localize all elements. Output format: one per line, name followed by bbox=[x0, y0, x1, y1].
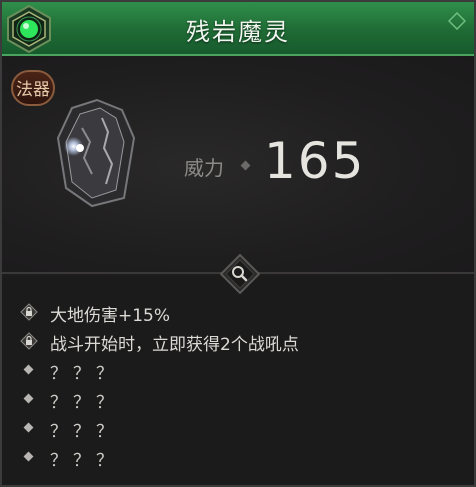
affix-row: ？？？ bbox=[2, 385, 474, 414]
lock-icon bbox=[20, 332, 38, 350]
affix-text: 战斗开始时，立即获得2个战吼点 bbox=[50, 335, 299, 355]
diamond-bullet-icon bbox=[23, 364, 34, 375]
item-type-badge: 法器 bbox=[11, 70, 55, 106]
affix-row: ？？？ bbox=[2, 443, 474, 472]
affix-row: ？？？ bbox=[2, 356, 474, 385]
corner-ornament-icon bbox=[448, 12, 466, 30]
affix-text: ？？？ bbox=[50, 364, 119, 384]
tooltip-header: 残岩魔灵 bbox=[2, 2, 474, 56]
affix-text: ？？？ bbox=[50, 393, 119, 413]
diamond-bullet-icon bbox=[23, 422, 34, 433]
affix-text: ？？？ bbox=[50, 451, 119, 471]
affix-text: ？？？ bbox=[50, 422, 119, 442]
affix-text: 大地伤害+15% bbox=[50, 306, 171, 326]
affix-list: 大地伤害+15% 战斗开始时，立即获得2个战吼点 ？？？ ？？？ ？？？ ？？？ bbox=[2, 298, 474, 472]
magnifier-inspect-icon[interactable] bbox=[220, 254, 260, 294]
item-tooltip-card: 残岩魔灵 法器 威力 165 大地伤害+15% 战斗开始时，立即获得2个战吼点 … bbox=[0, 0, 476, 487]
affix-row: 战斗开始时，立即获得2个战吼点 bbox=[2, 327, 474, 356]
affix-row: 大地伤害+15% bbox=[2, 298, 474, 327]
affix-row: ？？？ bbox=[2, 414, 474, 443]
item-title: 残岩魔灵 bbox=[186, 18, 290, 46]
diamond-bullet-icon bbox=[23, 393, 34, 404]
diamond-bullet-icon bbox=[23, 451, 34, 462]
lock-icon bbox=[20, 303, 38, 321]
stat-value: 165 bbox=[264, 132, 366, 190]
relic-item-icon bbox=[56, 98, 136, 208]
stat-label: 威力 bbox=[184, 156, 224, 180]
